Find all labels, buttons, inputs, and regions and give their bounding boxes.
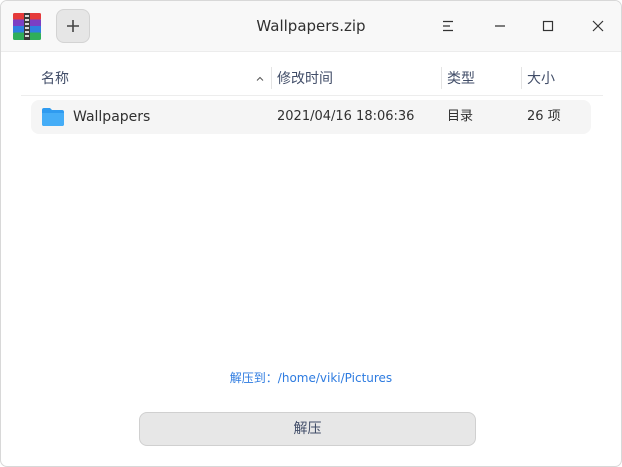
extract-path-link[interactable]: 解压到：/home/viki/Pictures — [1, 369, 621, 386]
minimize-icon — [495, 25, 505, 27]
hamburger-menu-icon — [443, 20, 453, 32]
close-icon — [592, 20, 604, 32]
menu-button[interactable] — [433, 11, 463, 41]
extract-button[interactable]: 解压 — [139, 412, 476, 446]
file-type: 目录 — [447, 109, 474, 124]
plus-icon — [67, 20, 79, 32]
close-button[interactable] — [583, 11, 613, 41]
file-list-header: 名称 修改时间 类型 大小 — [21, 63, 603, 96]
folder-icon — [42, 108, 64, 126]
file-size: 26 项 — [527, 109, 561, 124]
archive-manager-icon — [13, 13, 41, 40]
column-separator[interactable] — [271, 67, 272, 89]
title-bar: Wallpapers.zip — [1, 1, 621, 52]
column-header-type[interactable]: 类型 — [447, 63, 475, 95]
archive-manager-window: Wallpapers.zip 名称 修改时间 类型 大小 Wallpapers … — [0, 0, 622, 467]
maximize-button[interactable] — [533, 11, 563, 41]
file-name: Wallpapers — [73, 109, 151, 125]
add-files-button[interactable] — [56, 9, 90, 43]
column-header-name[interactable]: 名称 — [41, 63, 69, 95]
chevron-up-icon[interactable] — [254, 73, 266, 85]
column-header-modified[interactable]: 修改时间 — [277, 63, 333, 95]
column-separator[interactable] — [521, 67, 522, 89]
column-header-size[interactable]: 大小 — [527, 63, 555, 95]
window-title: Wallpapers.zip — [256, 17, 366, 35]
table-row[interactable]: Wallpapers 2021/04/16 18:06:36 目录 26 项 — [31, 100, 591, 134]
maximize-icon — [542, 20, 554, 32]
minimize-button[interactable] — [485, 11, 515, 41]
column-separator[interactable] — [441, 67, 442, 89]
file-modified: 2021/04/16 18:06:36 — [277, 109, 415, 124]
